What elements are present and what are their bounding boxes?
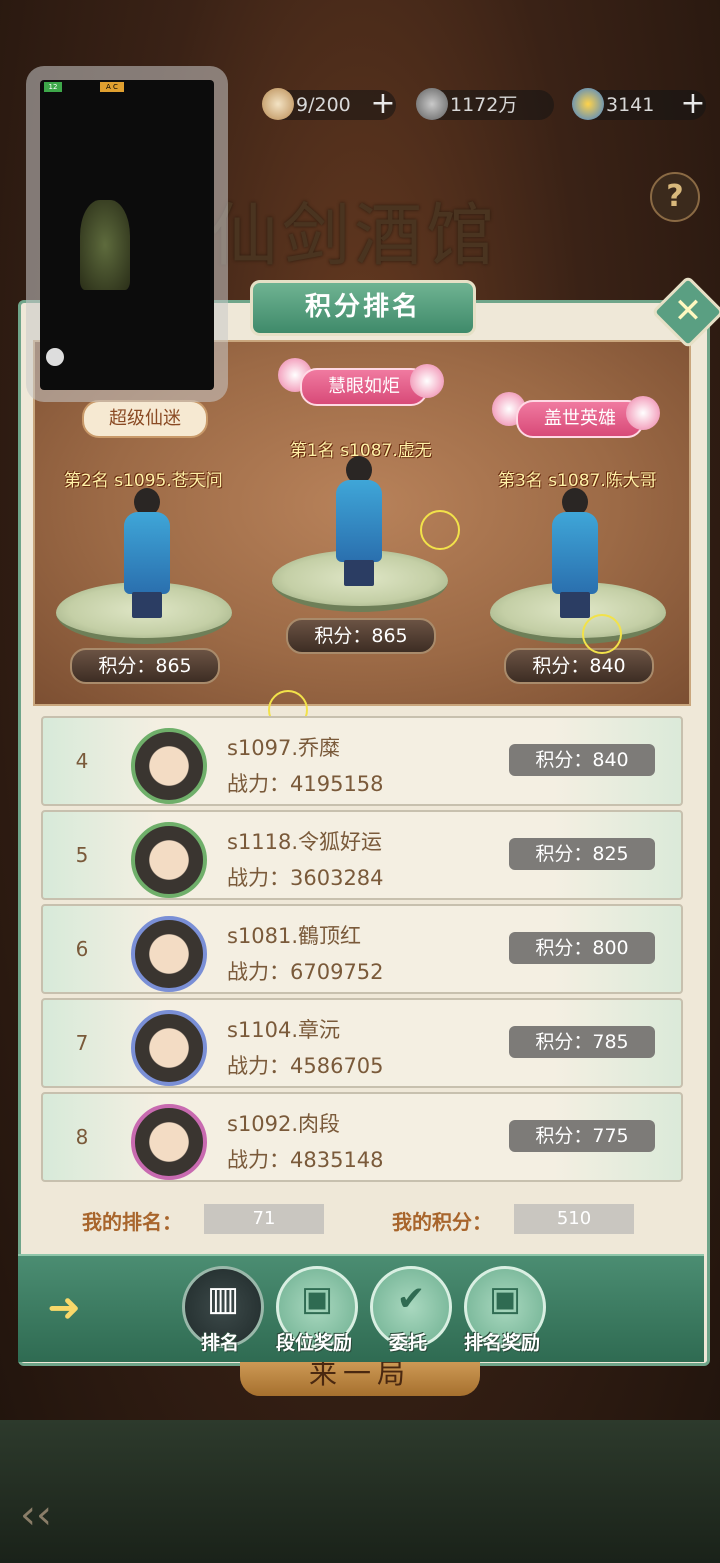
avatar[interactable] — [131, 1010, 207, 1086]
stamina-value: 9/200 — [296, 94, 351, 116]
player-power: 战力：3603284 — [227, 866, 384, 890]
mini-window-screen: 12 A C — [40, 80, 214, 390]
score-plate-second: 积分：865 — [70, 648, 220, 684]
list-item[interactable]: 8 s1092.肉段 战力：4835148 积分：775 — [41, 1092, 683, 1182]
background-floor — [0, 1420, 720, 1563]
gem-counter: 3141 + — [572, 88, 708, 120]
coin-counter: 1172万 — [416, 88, 554, 120]
chevron-left-icon[interactable]: ‹‹ — [20, 1492, 80, 1538]
hero-figure-third[interactable] — [546, 488, 604, 618]
rank-number: 7 — [75, 1031, 89, 1055]
back-arrow-icon[interactable]: ➜ — [32, 1286, 96, 1330]
my-score-value: 510 — [514, 1204, 634, 1234]
rank-number: 4 — [75, 749, 89, 773]
mini-character-figure — [80, 200, 130, 290]
touch-indicator — [420, 510, 460, 550]
close-icon: ✕ — [673, 291, 703, 331]
list-item[interactable]: 5 s1118.令狐好运 战力：3603284 积分：825 — [41, 810, 683, 900]
score-plate-third: 积分：840 — [504, 648, 654, 684]
player-score: 积分：840 — [509, 744, 655, 776]
avatar[interactable] — [131, 728, 207, 804]
game-title: 仙剑酒馆 — [210, 197, 499, 276]
player-name: s1118.令狐好运 — [227, 830, 383, 854]
coin-icon — [416, 88, 448, 120]
player-score: 积分：775 — [509, 1120, 655, 1152]
tab-rank-rewards-label: 排名奖励 — [463, 1332, 540, 1354]
player-score: 积分：785 — [509, 1026, 655, 1058]
podium-icon: ▥ — [206, 1279, 240, 1319]
player-power: 战力：4195158 — [227, 772, 384, 796]
coin-value: 1172万 — [450, 94, 518, 116]
hero-figure-second[interactable] — [118, 488, 176, 618]
list-item[interactable]: 4 s1097.乔糜 战力：4195158 积分：840 — [41, 716, 683, 806]
list-item[interactable]: 6 s1081.鶴顶红 战力：6709752 积分：800 — [41, 904, 683, 994]
mini-status-badge: A C — [100, 82, 124, 92]
gem-icon — [572, 88, 604, 120]
help-button[interactable]: ? — [650, 172, 700, 222]
player-name: s1092.肉段 — [227, 1112, 341, 1136]
player-name: s1097.乔糜 — [227, 736, 341, 760]
title-badge-second: 超级仙迷 — [82, 400, 208, 438]
rank-number: 5 — [75, 843, 89, 867]
home-icon[interactable] — [46, 348, 64, 366]
player-score: 积分：800 — [509, 932, 655, 964]
bun-icon — [262, 88, 294, 120]
rank-number: 6 — [75, 937, 89, 961]
gift-icon: ▣ — [488, 1279, 522, 1319]
player-score: 积分：825 — [509, 838, 655, 870]
my-rank-label: 我的排名： — [82, 1210, 182, 1234]
player-power: 战力：6709752 — [227, 960, 384, 984]
gift-icon: ▣ — [300, 1279, 334, 1319]
ranking-list[interactable]: 4 s1097.乔糜 战力：4195158 积分：840 5 s1118.令狐好… — [33, 710, 687, 1186]
avatar[interactable] — [131, 916, 207, 992]
panel-title: 积分排名 — [250, 280, 476, 336]
player-power: 战力：4586705 — [227, 1054, 384, 1078]
title-badge-first: 慧眼如炬 — [300, 368, 428, 406]
mini-window[interactable]: 12 A C — [26, 66, 228, 402]
my-rank-value: 71 — [204, 1204, 324, 1234]
avatar[interactable] — [131, 822, 207, 898]
add-gems-button[interactable]: + — [678, 89, 708, 119]
player-name: s1081.鶴顶红 — [227, 924, 362, 948]
touch-indicator — [582, 614, 622, 654]
avatar[interactable] — [131, 1104, 207, 1180]
gem-value: 3141 — [606, 94, 655, 116]
mini-level-badge: 12 — [44, 82, 62, 92]
list-item[interactable]: 7 s1104.章沅 战力：4586705 积分：785 — [41, 998, 683, 1088]
blossom-icon — [410, 364, 444, 398]
hero-figure-first[interactable] — [330, 456, 388, 586]
rank-number: 8 — [75, 1125, 89, 1149]
score-plate-first: 积分：865 — [286, 618, 436, 654]
title-badge-third: 盖世英雄 — [516, 400, 644, 438]
scroll-icon: ✔ — [396, 1279, 426, 1319]
blossom-icon — [626, 396, 660, 430]
add-stamina-button[interactable]: + — [368, 89, 398, 119]
stamina-counter: 9/200 + — [262, 88, 398, 120]
my-score-label: 我的积分： — [392, 1210, 492, 1234]
player-name: s1104.章沅 — [227, 1018, 341, 1042]
player-power: 战力：4835148 — [227, 1148, 384, 1172]
